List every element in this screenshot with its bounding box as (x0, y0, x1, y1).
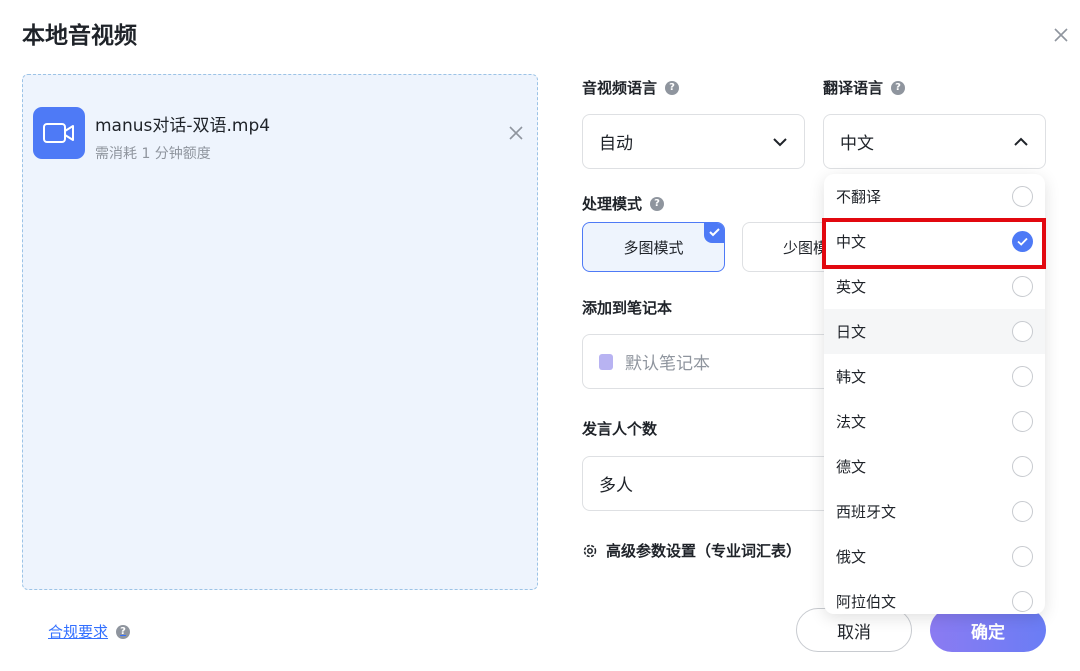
advanced-settings[interactable]: 高级参数设置（专业词汇表） (582, 540, 801, 561)
notebook-placeholder: 默认笔记本 (625, 354, 710, 374)
dropdown-option-label: 俄文 (836, 548, 867, 566)
compliance-link-text[interactable]: 合规要求 (48, 621, 108, 642)
highlight-annotation-box (822, 218, 1046, 269)
dropdown-option-label: 韩文 (836, 368, 867, 386)
radio-icon[interactable] (1012, 321, 1033, 342)
translate-lang-label-text: 翻译语言 (823, 79, 884, 97)
dropdown-option-label: 法文 (836, 413, 867, 431)
radio-icon[interactable] (1012, 591, 1033, 612)
gear-icon (583, 544, 597, 557)
compliance-link[interactable]: 合规要求 ? (48, 621, 131, 642)
dropdown-option-label: 不翻译 (836, 188, 882, 206)
speakers-value: 多人 (599, 476, 633, 496)
dropdown-option-label: 西班牙文 (836, 503, 897, 521)
radio-icon[interactable] (1012, 546, 1033, 567)
audio-lang-select[interactable]: 自动 (582, 114, 805, 169)
dropdown-option-label: 英文 (836, 278, 867, 296)
mode-label: 处理模式 ? (582, 193, 665, 214)
notebook-label: 添加到笔记本 (582, 297, 672, 318)
chevron-up-icon (1014, 137, 1028, 146)
dropdown-option[interactable]: 俄文 (824, 534, 1045, 579)
file-quota-note: 需消耗 1 分钟额度 (95, 146, 211, 162)
dropdown-option[interactable]: 韩文 (824, 354, 1045, 399)
speakers-label-text: 发言人个数 (582, 420, 658, 438)
help-icon[interactable]: ? (891, 80, 906, 95)
cancel-button[interactable]: 取消 (796, 608, 912, 652)
dropdown-option[interactable]: 阿拉伯文 (824, 579, 1045, 614)
chevron-down-icon (773, 138, 787, 147)
help-icon[interactable]: ? (665, 80, 680, 95)
file-name: manus对话-双语.mp4 (95, 116, 271, 136)
mode-option-multi-label: 多图模式 (623, 238, 684, 257)
upload-dropzone[interactable]: manus对话-双语.mp4 需消耗 1 分钟额度 (22, 74, 538, 590)
translate-lang-select[interactable]: 中文 (823, 114, 1046, 169)
help-icon[interactable]: ? (116, 624, 131, 639)
close-icon[interactable] (1050, 24, 1072, 46)
remove-file-icon[interactable] (507, 124, 525, 142)
translate-lang-label: 翻译语言 ? (823, 77, 906, 98)
notebook-icon (599, 353, 613, 370)
dropdown-option-hovered[interactable]: 日文 (824, 309, 1045, 354)
advanced-settings-label: 高级参数设置（专业词汇表） (606, 542, 802, 560)
mode-label-text: 处理模式 (582, 195, 643, 213)
notebook-label-text: 添加到笔记本 (582, 299, 673, 317)
help-icon[interactable]: ? (650, 196, 665, 211)
confirm-button[interactable]: 确定 (930, 608, 1046, 652)
dropdown-option[interactable]: 德文 (824, 444, 1045, 489)
video-camera-icon (33, 107, 85, 159)
check-corner-icon (704, 223, 724, 243)
translate-lang-value: 中文 (840, 134, 874, 154)
radio-icon[interactable] (1012, 501, 1033, 522)
dropdown-option[interactable]: 西班牙文 (824, 489, 1045, 534)
dropdown-option-label: 德文 (836, 458, 867, 476)
radio-icon[interactable] (1012, 456, 1033, 477)
dropdown-option[interactable]: 法文 (824, 399, 1045, 444)
dialog-title: 本地音视频 (22, 23, 137, 49)
mode-option-multi[interactable]: 多图模式 (582, 222, 725, 272)
speakers-label: 发言人个数 (582, 418, 657, 439)
dropdown-option-label: 阿拉伯文 (836, 593, 897, 611)
audio-lang-label: 音视频语言 ? (582, 77, 680, 98)
radio-icon[interactable] (1012, 411, 1033, 432)
radio-icon[interactable] (1012, 276, 1033, 297)
dropdown-option[interactable]: 不翻译 (824, 174, 1045, 219)
radio-icon[interactable] (1012, 186, 1033, 207)
dropdown-option[interactable]: 英文 (824, 264, 1045, 309)
radio-icon[interactable] (1012, 366, 1033, 387)
dropdown-option-label: 日文 (836, 323, 867, 341)
audio-lang-value: 自动 (599, 134, 633, 154)
audio-lang-label-text: 音视频语言 (582, 79, 658, 97)
